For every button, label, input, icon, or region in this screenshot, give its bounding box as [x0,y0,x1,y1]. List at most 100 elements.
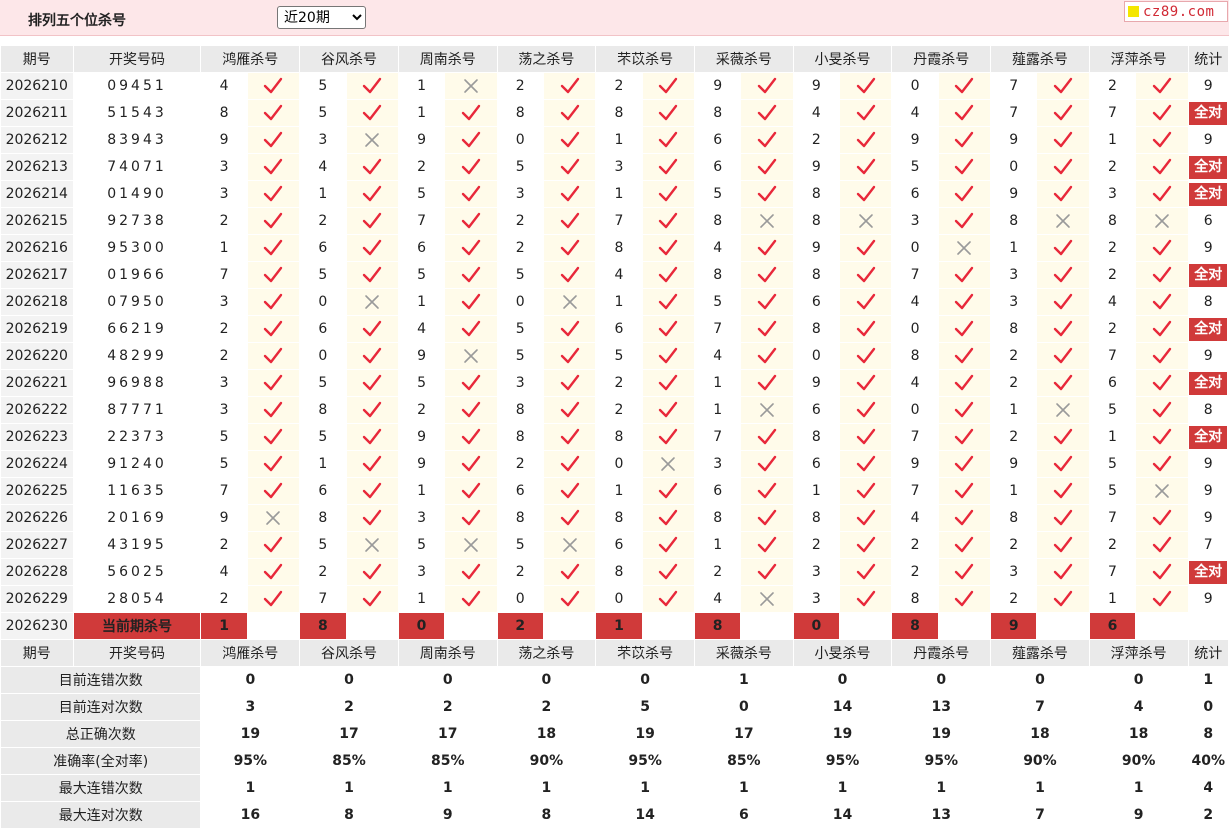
check-icon [955,509,974,526]
result-cell [839,99,893,127]
result-cell [839,234,893,262]
stats-value: 1 [990,774,1090,802]
result-cell [1135,126,1189,154]
col-header-expert: 周南杀号 [397,639,498,667]
table-row: 2026210 09451 4 5 1 2 2 9 9 0 7 2 9 [0,72,1229,100]
stats-value: 19 [792,720,893,748]
kill-number: 8 [792,261,841,289]
current-issue-number: 2026230 [0,612,74,640]
stats-label: 准确率(全对率) [0,747,202,775]
table-row: 2026228 56025 4 2 3 2 8 2 3 2 3 7 全对 [0,558,1229,586]
check-icon [1053,320,1073,337]
kill-number: 7 [693,423,742,451]
row-stat: 全对 [1187,153,1229,181]
result-cell [542,342,597,370]
check-icon [856,590,875,607]
kill-number: 8 [595,99,643,127]
result-cell [542,450,597,478]
check-icon [264,482,283,499]
check-icon [757,158,777,175]
result-cell [740,288,794,316]
result-cell [839,126,893,154]
check-icon [560,428,579,445]
kill-number: 6 [891,180,939,208]
result-cell [246,126,301,154]
result-cell [1036,342,1090,370]
check-icon [461,482,481,499]
stats-value: 18 [1088,720,1189,748]
check-icon [856,293,875,310]
kill-number: 8 [1088,207,1137,235]
kill-number: 9 [397,423,446,451]
stats-value: 19 [891,720,992,748]
check-icon [362,374,382,391]
result-cell [246,153,301,181]
check-icon [955,158,974,175]
table-row: 2026211 51543 8 5 1 8 8 8 4 4 7 7 全对 [0,99,1229,127]
col-header-stat: 统计 [1187,639,1229,667]
kill-number: 6 [693,153,742,181]
result-cell [740,369,794,397]
result-cell [345,423,399,451]
kill-number: 8 [792,315,841,343]
kill-number: 3 [496,369,544,397]
result-cell [839,288,893,316]
check-icon [659,590,678,607]
stats-value: 19 [595,720,695,748]
issue-number: 2026218 [0,288,74,316]
kill-number: 0 [891,234,939,262]
result-cell [740,504,794,532]
stats-value: 14 [595,801,695,828]
result-cell [542,369,597,397]
kill-number: 3 [200,288,248,316]
result-cell [641,477,695,505]
kill-number: 7 [891,261,939,289]
check-icon [659,401,678,418]
issue-number: 2026228 [0,558,74,586]
row-stat: 9 [1187,126,1229,154]
check-icon [856,131,875,148]
kill-number: 5 [1088,396,1137,424]
cross-icon [858,214,873,228]
kill-number: 1 [990,477,1038,505]
kill-number: 7 [1088,99,1137,127]
row-stat: 全对 [1187,369,1229,397]
check-icon [362,590,382,607]
period-select[interactable]: 近20期 [277,6,366,29]
check-icon [560,239,579,256]
check-icon [461,563,481,580]
kill-number: 6 [792,396,841,424]
issue-number: 2026222 [0,396,74,424]
check-icon [461,509,481,526]
result-cell [345,126,399,154]
check-icon [264,347,283,364]
stats-value: 0 [693,693,794,721]
kill-number: 2 [1088,234,1137,262]
cross-icon [1056,214,1070,228]
kill-number: 3 [397,558,446,586]
check-icon [362,509,382,526]
table-row: 2026229 28054 2 7 1 0 0 4 3 8 2 1 9 [0,585,1229,613]
kill-number: 5 [397,261,446,289]
check-icon [560,455,579,472]
result-cell [839,558,893,586]
result-cell [1135,504,1189,532]
check-icon [264,266,283,283]
kill-number: 2 [595,396,643,424]
kill-number: 6 [792,288,841,316]
kill-number: 8 [693,261,742,289]
cross-icon [365,538,379,552]
check-icon [955,563,974,580]
result-cell [839,396,893,424]
col-header-expert: 薤露杀号 [990,639,1090,667]
kill-number: 8 [200,99,248,127]
kill-number: 9 [792,369,841,397]
kill-number: 8 [496,396,544,424]
brand-logo[interactable]: cz89.com [1124,1,1228,22]
draw-number: 91240 [72,450,202,478]
kill-number: 6 [397,234,446,262]
table-row: 2026221 96988 3 5 5 3 2 1 9 4 2 6 全对 [0,369,1229,397]
kill-number: 7 [1088,558,1137,586]
issue-number: 2026216 [0,234,74,262]
kill-number: 6 [299,234,347,262]
